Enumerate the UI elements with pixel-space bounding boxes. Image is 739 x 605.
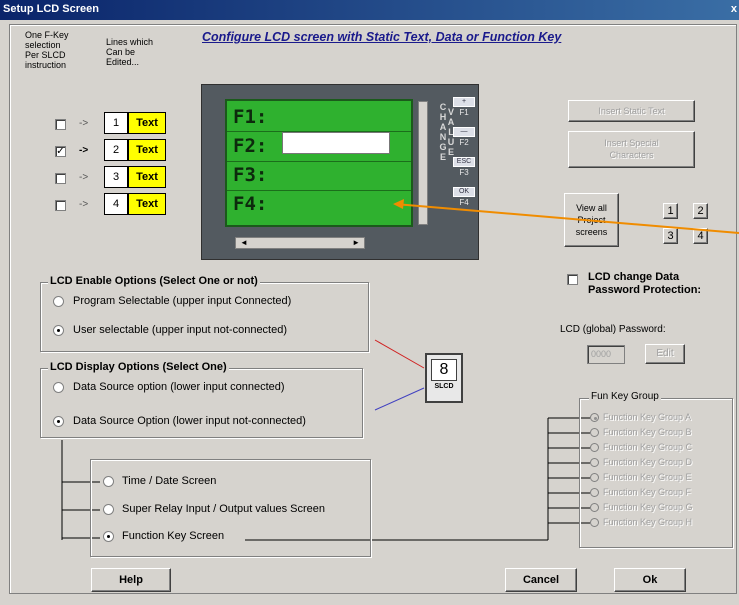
fun-key-group-h-label: Function Key Group H <box>603 517 693 527</box>
fun-key-group-d-radio[interactable] <box>590 458 599 467</box>
time-date-screen-radio[interactable] <box>103 476 114 487</box>
fun-key-group-a-radio[interactable] <box>590 413 599 422</box>
fun-key-group-f-radio[interactable] <box>590 488 599 497</box>
fun-key-group-title: Fun Key Group <box>589 391 661 402</box>
fun-key-group-e-radio[interactable] <box>590 473 599 482</box>
fun-key-group-d-label: Function Key Group D <box>603 457 693 467</box>
fun-key-group-c-label: Function Key Group C <box>603 442 693 452</box>
time-date-screen-label: Time / Date Screen <box>122 475 217 487</box>
fun-key-group-b-radio[interactable] <box>590 428 599 437</box>
fun-key-group-c-radio[interactable] <box>590 443 599 452</box>
cancel-button[interactable]: Cancel <box>505 568 577 592</box>
fun-key-group-e-label: Function Key Group E <box>603 472 692 482</box>
super-relay-screen-label: Super Relay Input / Output values Screen <box>122 503 326 515</box>
fun-key-group-a-label: Function Key Group A <box>603 412 692 422</box>
ok-button[interactable]: Ok <box>614 568 686 592</box>
fun-key-group-b-label: Function Key Group B <box>603 427 692 437</box>
help-button[interactable]: Help <box>91 568 171 592</box>
function-key-screen-radio[interactable] <box>103 531 114 542</box>
fun-key-group-h-radio[interactable] <box>590 518 599 527</box>
super-relay-screen-radio[interactable] <box>103 504 114 515</box>
fun-key-group-g-radio[interactable] <box>590 503 599 512</box>
function-key-screen-label: Function Key Screen <box>122 530 225 542</box>
fun-key-group-g-label: Function Key Group G <box>603 502 693 512</box>
fun-key-group-f-label: Function Key Group F <box>603 487 692 497</box>
setup-lcd-dialog: Setup LCD Screen x One F-Key selection Pe… <box>0 0 739 605</box>
